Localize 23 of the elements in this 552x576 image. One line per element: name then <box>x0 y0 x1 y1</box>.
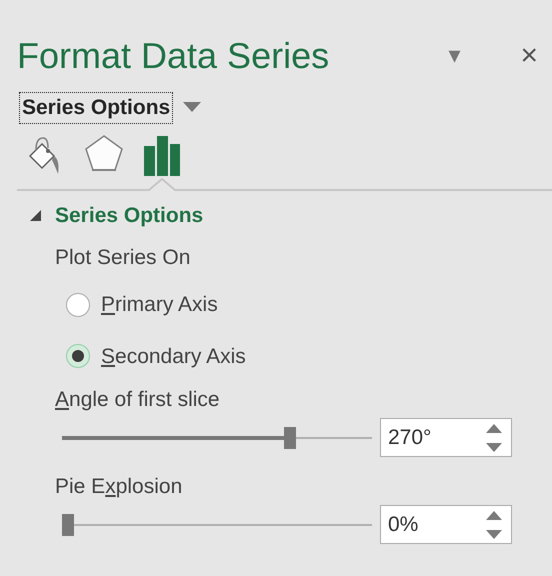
collapse-triangle-icon[interactable] <box>30 210 41 222</box>
slider-thumb[interactable] <box>62 514 74 536</box>
radio-button[interactable] <box>66 292 90 317</box>
spin-arrows-icon[interactable] <box>485 422 503 452</box>
radio-label[interactable]: Secondary Axis <box>101 340 246 372</box>
slider-label: Pie Explosion <box>55 474 184 500</box>
bar-chart-icon <box>142 134 182 176</box>
spin-box[interactable]: 270° <box>380 418 512 457</box>
slider[interactable] <box>62 426 372 448</box>
dropdown-arrow-icon[interactable] <box>183 102 202 114</box>
radio-button[interactable] <box>66 344 90 368</box>
options-dropdown[interactable]: Series Options <box>19 92 174 124</box>
slider-thumb[interactable] <box>284 426 296 448</box>
slider[interactable] <box>62 514 372 536</box>
spin-box[interactable]: 0% <box>380 505 512 544</box>
section-title[interactable]: Series Options <box>55 200 204 232</box>
slider-label: Angle of first slice <box>55 387 221 413</box>
pane-menu-button[interactable]: ▾ <box>448 38 460 74</box>
radio-label[interactable]: Primary Axis <box>101 289 218 320</box>
group-label: Plot Series On <box>55 244 192 270</box>
close-button[interactable]: × <box>520 41 538 71</box>
spin-arrows-icon[interactable] <box>485 510 503 540</box>
pane-title: Format Data Series <box>17 34 330 78</box>
